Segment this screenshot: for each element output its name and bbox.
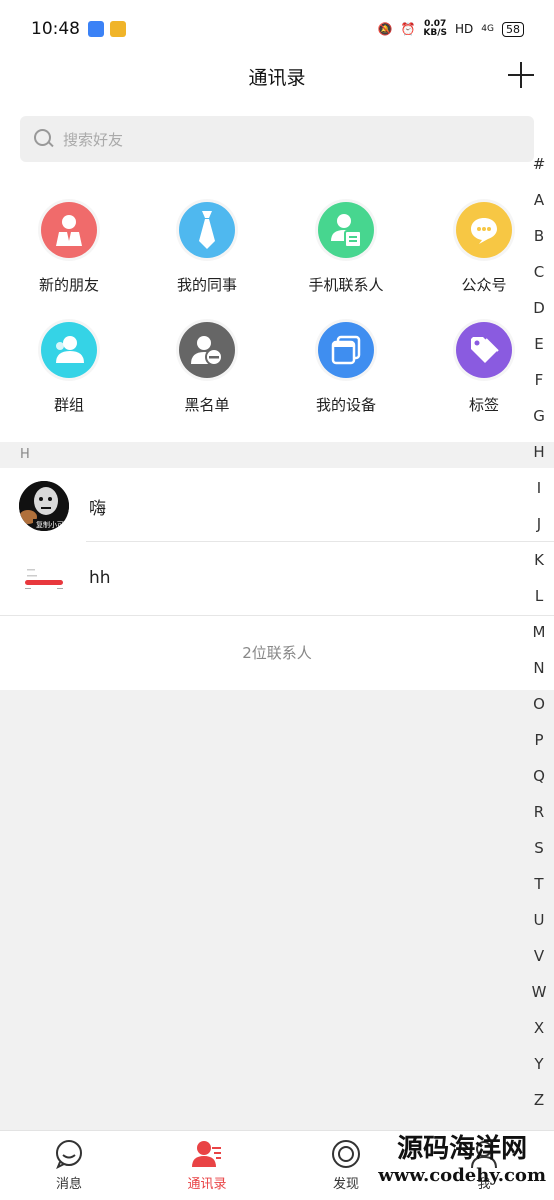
grid-item-tags[interactable]: 标签 <box>429 322 539 432</box>
index-letter[interactable]: L <box>524 578 554 614</box>
index-letter[interactable]: E <box>524 326 554 362</box>
index-letter[interactable]: P <box>524 722 554 758</box>
index-letter[interactable]: # <box>524 146 554 182</box>
network-speed-unit: KB/S <box>423 28 448 38</box>
section-letter: H <box>20 447 30 462</box>
contact-name: 嗨 <box>89 499 106 519</box>
index-letter[interactable]: G <box>524 398 554 434</box>
index-letter[interactable]: I <box>524 470 554 506</box>
index-letter[interactable]: B <box>524 218 554 254</box>
status-bar: 10:48 🔕 ⏰ 0.07 KB/S HD 4G 58 <box>0 0 554 58</box>
watermark-line2: www.codehy.com <box>378 1165 546 1186</box>
index-letter[interactable]: W <box>524 974 554 1010</box>
device-icon <box>318 322 374 378</box>
function-grid: 新的朋友 我的同事 手机联系人 公众号 群组 黑名单 我的设备 标签 <box>0 176 554 442</box>
grid-label: 我的同事 <box>176 276 237 294</box>
index-letter[interactable]: N <box>524 650 554 686</box>
grid-label: 黑名单 <box>184 396 230 414</box>
index-letter[interactable]: X <box>524 1010 554 1046</box>
tab-label: 通讯录 <box>187 1177 227 1192</box>
alarm-icon: ⏰ <box>400 22 416 36</box>
contact-list: 复制小可 嗨 hh 2位联系人 <box>0 468 554 690</box>
search-placeholder: 搜索好友 <box>63 130 124 149</box>
grid-item-my-devices[interactable]: 我的设备 <box>291 322 401 432</box>
index-letter[interactable]: O <box>524 686 554 722</box>
page-title: 通讯录 <box>248 67 306 89</box>
mute-bell-icon: 🔕 <box>377 22 393 36</box>
search-input[interactable]: 搜索好友 <box>20 116 534 162</box>
app-notification-icon <box>110 21 126 37</box>
grid-label: 手机联系人 <box>308 276 384 294</box>
contacts-icon <box>192 1139 222 1169</box>
grid-item-official-accounts[interactable]: 公众号 <box>429 202 539 312</box>
contact-avatar <box>19 555 69 605</box>
watermark: 源码海洋网 www.codehy.com <box>378 1128 546 1186</box>
grid-label: 标签 <box>468 396 499 414</box>
index-letter[interactable]: Z <box>524 1082 554 1118</box>
message-icon <box>54 1139 84 1170</box>
grid-label: 新的朋友 <box>38 276 99 294</box>
contact-item[interactable]: hh <box>0 542 554 616</box>
grid-label: 公众号 <box>461 276 507 294</box>
index-letter[interactable]: U <box>524 902 554 938</box>
index-letter[interactable]: J <box>524 506 554 542</box>
tab-label: 消息 <box>55 1177 82 1192</box>
tag-icon <box>456 322 512 378</box>
grid-label: 我的设备 <box>315 396 376 414</box>
index-letter[interactable]: Q <box>524 758 554 794</box>
index-letter[interactable]: R <box>524 794 554 830</box>
tab-contacts[interactable]: 通讯录 <box>138 1131 276 1200</box>
grid-item-phone-contacts[interactable]: 手机联系人 <box>291 202 401 312</box>
official-account-icon <box>456 202 512 258</box>
new-friend-icon <box>41 202 97 258</box>
index-letter[interactable]: A <box>524 182 554 218</box>
status-icons: 🔕 ⏰ 0.07 KB/S HD 4G 58 <box>378 20 524 38</box>
grid-item-colleagues[interactable]: 我的同事 <box>152 202 262 312</box>
group-icon <box>41 322 97 378</box>
signal-icon: 4G <box>481 24 494 34</box>
discover-icon <box>331 1139 361 1169</box>
index-letter[interactable]: K <box>524 542 554 578</box>
battery-icon: 58 <box>502 21 524 37</box>
section-header: H <box>0 442 554 468</box>
index-letter[interactable]: S <box>524 830 554 866</box>
index-letter[interactable]: D <box>524 290 554 326</box>
hd-indicator: HD <box>455 22 474 36</box>
index-letter[interactable]: C <box>524 254 554 290</box>
grid-item-blacklist[interactable]: 黑名单 <box>152 322 262 432</box>
index-letter[interactable]: F <box>524 362 554 398</box>
tab-messages[interactable]: 消息 <box>0 1131 138 1200</box>
contact-count: 2位联系人 <box>242 644 312 662</box>
contact-item[interactable]: 复制小可 嗨 <box>0 468 554 542</box>
blacklist-icon <box>179 322 235 378</box>
index-letter[interactable]: V <box>524 938 554 974</box>
network-speed: 0.07 KB/S <box>423 20 447 38</box>
top-bar: 通讯录 <box>0 58 554 106</box>
alphabet-index[interactable]: # A B C D E F G H I J K L M N O P Q R S … <box>524 146 554 1118</box>
divider <box>0 615 554 616</box>
index-letter[interactable]: M <box>524 614 554 650</box>
app-notification-icon <box>88 21 104 37</box>
search-section: 搜索好友 <box>0 106 554 176</box>
watermark-line1: 源码海洋网 <box>397 1134 528 1164</box>
search-icon <box>34 129 54 149</box>
index-letter[interactable]: H <box>524 434 554 470</box>
contact-avatar: 复制小可 <box>19 481 69 531</box>
grid-item-groups[interactable]: 群组 <box>14 322 124 432</box>
grid-label: 群组 <box>53 396 84 414</box>
status-time: 10:48 <box>31 19 80 39</box>
avatar-caption: 复制小可 <box>36 520 64 529</box>
contact-name: hh <box>89 568 111 588</box>
grid-item-new-friends[interactable]: 新的朋友 <box>14 202 124 312</box>
index-letter[interactable]: Y <box>524 1046 554 1082</box>
index-letter[interactable]: T <box>524 866 554 902</box>
phone-contacts-icon <box>318 202 374 258</box>
colleague-tie-icon <box>179 202 235 258</box>
add-icon[interactable] <box>508 62 534 88</box>
